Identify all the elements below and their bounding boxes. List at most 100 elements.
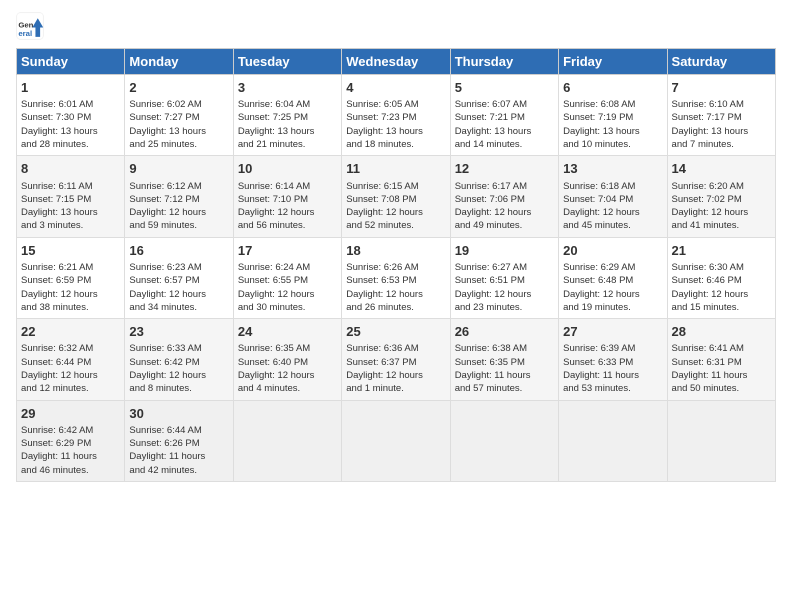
column-header-thursday: Thursday (450, 49, 558, 75)
column-header-wednesday: Wednesday (342, 49, 450, 75)
day-info: Daylight: 13 hours (21, 125, 120, 138)
day-info: Sunset: 7:12 PM (129, 193, 228, 206)
day-number: 15 (21, 242, 120, 260)
day-number: 24 (238, 323, 337, 341)
calendar-cell: 24Sunrise: 6:35 AMSunset: 6:40 PMDayligh… (233, 319, 341, 400)
calendar-week-5: 29Sunrise: 6:42 AMSunset: 6:29 PMDayligh… (17, 400, 776, 481)
day-info: and 26 minutes. (346, 301, 445, 314)
day-info: Sunset: 7:30 PM (21, 111, 120, 124)
day-info: and 45 minutes. (563, 219, 662, 232)
day-info: and 7 minutes. (672, 138, 771, 151)
day-info: Sunset: 7:06 PM (455, 193, 554, 206)
day-info: and 56 minutes. (238, 219, 337, 232)
day-info: Sunset: 6:51 PM (455, 274, 554, 287)
column-header-friday: Friday (559, 49, 667, 75)
day-info: Daylight: 11 hours (455, 369, 554, 382)
day-number: 9 (129, 160, 228, 178)
calendar-cell: 2Sunrise: 6:02 AMSunset: 7:27 PMDaylight… (125, 75, 233, 156)
calendar-cell: 23Sunrise: 6:33 AMSunset: 6:42 PMDayligh… (125, 319, 233, 400)
day-info: Daylight: 13 hours (563, 125, 662, 138)
page-header: Gen eral (16, 12, 776, 40)
day-info: Sunrise: 6:04 AM (238, 98, 337, 111)
day-info: and 38 minutes. (21, 301, 120, 314)
day-number: 14 (672, 160, 771, 178)
day-info: Sunrise: 6:42 AM (21, 424, 120, 437)
calendar-cell: 13Sunrise: 6:18 AMSunset: 7:04 PMDayligh… (559, 156, 667, 237)
day-info: Daylight: 11 hours (21, 450, 120, 463)
calendar-cell: 22Sunrise: 6:32 AMSunset: 6:44 PMDayligh… (17, 319, 125, 400)
day-info: Sunset: 6:35 PM (455, 356, 554, 369)
day-info: and 3 minutes. (21, 219, 120, 232)
day-info: Sunset: 6:40 PM (238, 356, 337, 369)
day-number: 25 (346, 323, 445, 341)
day-info: Sunrise: 6:30 AM (672, 261, 771, 274)
day-info: Sunrise: 6:36 AM (346, 342, 445, 355)
day-info: Sunset: 6:59 PM (21, 274, 120, 287)
day-number: 29 (21, 405, 120, 423)
calendar-cell: 28Sunrise: 6:41 AMSunset: 6:31 PMDayligh… (667, 319, 775, 400)
calendar-cell: 29Sunrise: 6:42 AMSunset: 6:29 PMDayligh… (17, 400, 125, 481)
day-info: Sunrise: 6:41 AM (672, 342, 771, 355)
calendar-cell: 5Sunrise: 6:07 AMSunset: 7:21 PMDaylight… (450, 75, 558, 156)
day-info: Daylight: 12 hours (672, 288, 771, 301)
day-info: Sunrise: 6:39 AM (563, 342, 662, 355)
day-number: 1 (21, 79, 120, 97)
day-info: Sunrise: 6:14 AM (238, 180, 337, 193)
day-info: and 21 minutes. (238, 138, 337, 151)
day-info: Daylight: 11 hours (563, 369, 662, 382)
day-info: Daylight: 12 hours (455, 288, 554, 301)
day-info: Sunset: 6:55 PM (238, 274, 337, 287)
day-info: Sunset: 6:31 PM (672, 356, 771, 369)
day-info: Daylight: 12 hours (238, 288, 337, 301)
day-info: and 15 minutes. (672, 301, 771, 314)
day-info: and 53 minutes. (563, 382, 662, 395)
calendar-cell: 7Sunrise: 6:10 AMSunset: 7:17 PMDaylight… (667, 75, 775, 156)
calendar-cell: 30Sunrise: 6:44 AMSunset: 6:26 PMDayligh… (125, 400, 233, 481)
calendar-cell (342, 400, 450, 481)
calendar-cell (233, 400, 341, 481)
day-info: Sunrise: 6:26 AM (346, 261, 445, 274)
day-number: 17 (238, 242, 337, 260)
day-number: 16 (129, 242, 228, 260)
day-info: Sunset: 6:29 PM (21, 437, 120, 450)
calendar-cell (559, 400, 667, 481)
calendar-table: SundayMondayTuesdayWednesdayThursdayFrid… (16, 48, 776, 482)
day-info: Sunrise: 6:17 AM (455, 180, 554, 193)
day-info: Sunset: 7:15 PM (21, 193, 120, 206)
day-info: Daylight: 12 hours (238, 206, 337, 219)
day-info: Sunset: 7:08 PM (346, 193, 445, 206)
calendar-cell: 27Sunrise: 6:39 AMSunset: 6:33 PMDayligh… (559, 319, 667, 400)
day-info: Sunrise: 6:15 AM (346, 180, 445, 193)
day-number: 2 (129, 79, 228, 97)
calendar-week-2: 8Sunrise: 6:11 AMSunset: 7:15 PMDaylight… (17, 156, 776, 237)
day-info: Daylight: 13 hours (346, 125, 445, 138)
day-info: and 8 minutes. (129, 382, 228, 395)
day-info: Daylight: 12 hours (455, 206, 554, 219)
day-info: Sunset: 7:25 PM (238, 111, 337, 124)
day-info: Daylight: 12 hours (563, 288, 662, 301)
day-info: and 18 minutes. (346, 138, 445, 151)
calendar-cell: 9Sunrise: 6:12 AMSunset: 7:12 PMDaylight… (125, 156, 233, 237)
calendar-week-3: 15Sunrise: 6:21 AMSunset: 6:59 PMDayligh… (17, 237, 776, 318)
day-number: 3 (238, 79, 337, 97)
day-info: Daylight: 12 hours (563, 206, 662, 219)
day-info: Sunrise: 6:10 AM (672, 98, 771, 111)
day-info: Daylight: 13 hours (672, 125, 771, 138)
day-number: 10 (238, 160, 337, 178)
day-number: 20 (563, 242, 662, 260)
day-number: 22 (21, 323, 120, 341)
day-info: Sunset: 6:26 PM (129, 437, 228, 450)
calendar-cell: 8Sunrise: 6:11 AMSunset: 7:15 PMDaylight… (17, 156, 125, 237)
day-info: Daylight: 12 hours (129, 206, 228, 219)
day-number: 21 (672, 242, 771, 260)
day-info: Daylight: 13 hours (21, 206, 120, 219)
day-info: Sunset: 6:48 PM (563, 274, 662, 287)
day-info: Sunset: 6:44 PM (21, 356, 120, 369)
day-info: Daylight: 13 hours (129, 125, 228, 138)
day-info: Sunrise: 6:20 AM (672, 180, 771, 193)
day-number: 5 (455, 79, 554, 97)
day-info: Sunset: 6:46 PM (672, 274, 771, 287)
day-info: and 59 minutes. (129, 219, 228, 232)
calendar-cell: 16Sunrise: 6:23 AMSunset: 6:57 PMDayligh… (125, 237, 233, 318)
day-info: Sunset: 6:42 PM (129, 356, 228, 369)
